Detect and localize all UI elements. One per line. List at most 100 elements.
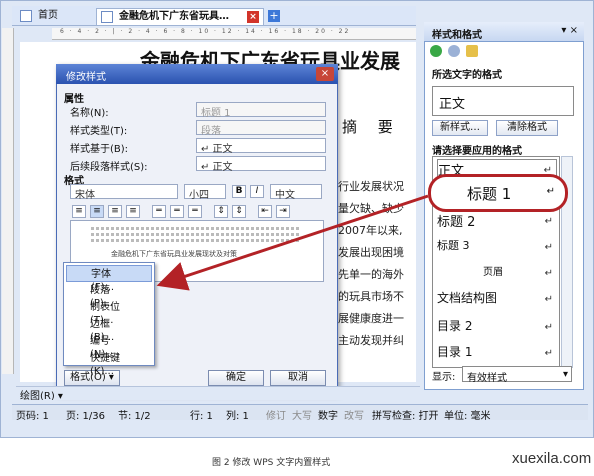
status-bar: 页码: 1 页: 1/36 节: 1/2 行: 1 列: 1 修订 大写 数字 … — [12, 404, 588, 422]
tab-document-label: 金融危机下广东省玩具… — [119, 11, 229, 22]
style-item-label: 标题 3 — [437, 239, 470, 252]
paragraph-mark-icon: ↵ — [544, 322, 553, 333]
style-item-header[interactable]: 页眉 ↵ — [437, 263, 557, 287]
highlight-heading-1[interactable]: 标题 1 ↵ — [428, 174, 568, 212]
task-pane-title: 样式和格式 ▾ × — [424, 22, 584, 42]
style-item-label: 文档结构图 — [437, 291, 498, 305]
menu-item-shortcut[interactable]: 快捷键(K)... — [66, 350, 152, 377]
dialog-title: 修改样式 — [56, 64, 338, 84]
watermark: xuexila.com — [512, 450, 592, 467]
body-line: 量欠缺、缺少 — [338, 202, 404, 215]
menu-item-borders[interactable]: 边框(B)... — [66, 316, 152, 343]
menu-item-numbering[interactable]: 编号(N)... — [66, 333, 152, 360]
status-section: 节: 1/2 — [118, 411, 151, 422]
show-label: 显示: — [432, 372, 456, 383]
next-style-label: 后续段落样式(S): — [70, 162, 148, 173]
close-tab-icon[interactable]: × — [247, 11, 259, 23]
align-left-icon[interactable]: ≡ — [72, 205, 86, 218]
body-line: 2007年以来, — [338, 224, 403, 237]
new-tab-icon[interactable]: + — [268, 10, 280, 22]
based-on-label: 样式基于(B): — [70, 144, 129, 155]
decrease-indent-icon[interactable]: ⇤ — [258, 205, 272, 218]
next-style-select[interactable]: ↵ 正文 — [196, 156, 326, 173]
style-item-label: 标题 2 — [437, 215, 476, 230]
style-item-heading-2[interactable]: 标题 2 ↵ — [437, 211, 557, 235]
based-on-select[interactable]: ↵ 正文 — [196, 138, 326, 155]
menu-item-font[interactable]: 字体(F)... — [66, 265, 152, 293]
dialog-close-button[interactable]: × — [316, 67, 334, 81]
new-style-button[interactable]: 新样式… — [432, 120, 488, 136]
body-line: 行业发展状况 — [338, 180, 404, 193]
preview-line — [91, 233, 301, 236]
preview-text: 金融危机下广东省玩具业发展现状及对策 — [111, 250, 237, 258]
bold-button[interactable]: B — [232, 185, 246, 198]
home-icon — [20, 10, 32, 22]
tab-home-label: 首页 — [38, 10, 58, 21]
status-row: 行: 1 — [190, 411, 213, 422]
language-select[interactable]: 中文 — [270, 184, 322, 201]
space-after-icon[interactable]: ⇕ — [232, 205, 246, 218]
increase-indent-icon[interactable]: ⇥ — [276, 205, 290, 218]
clear-format-button[interactable]: 清除格式 — [496, 120, 558, 136]
format-menu: 字体(F)... 段落(P)... 制表位(T)... 边框(B)... 编号(… — [63, 262, 155, 377]
tab-bar: 首页 金融危机下广东省玩具… × + — [12, 6, 416, 26]
tab-document[interactable]: 金融危机下广东省玩具… × — [96, 8, 264, 25]
properties-heading: 属性 — [64, 94, 84, 105]
drawing-toolbar: 绘图(R) ▾ — [16, 386, 420, 400]
tab-home[interactable]: 首页 — [16, 8, 86, 25]
italic-button[interactable]: I — [250, 185, 264, 198]
style-item-doc-map[interactable]: 文档结构图 ↵ — [437, 289, 557, 313]
preview-line — [91, 227, 301, 230]
status-unit: 单位: 毫米 — [444, 411, 491, 422]
font-select[interactable]: 宋体 — [70, 184, 178, 201]
pane-close-icon[interactable]: ▾ × — [561, 25, 578, 36]
name-input[interactable]: 标题 1 — [196, 102, 326, 119]
forward-icon[interactable] — [448, 45, 461, 57]
line-spacing-1-5-icon[interactable]: ═ — [170, 205, 184, 218]
line-spacing-single-icon[interactable]: ═ — [152, 205, 166, 218]
paragraph-mark-icon: ↵ — [544, 216, 553, 227]
show-select[interactable]: 有效样式 ▾ — [462, 366, 572, 384]
status-page: 页: 1/36 — [66, 411, 106, 422]
style-item-toc-1[interactable]: 目录 1 ↵ — [437, 343, 557, 367]
paragraph-mark-icon: ↵ — [544, 268, 553, 279]
line-spacing-double-icon[interactable]: ═ — [188, 205, 202, 218]
align-right-icon[interactable]: ≡ — [108, 205, 122, 218]
ok-button[interactable]: 确定 — [208, 370, 264, 386]
abstract-heading: 摘 要 — [342, 118, 401, 136]
size-select[interactable]: 小四 — [184, 184, 226, 201]
paragraph-mark-icon: ↵ — [546, 186, 555, 197]
show-select-value: 有效样式 — [467, 373, 507, 384]
body-line: 发展出现困境 — [338, 246, 404, 259]
home-icon[interactable] — [466, 45, 479, 57]
menu-item-tabs[interactable]: 制表位(T)... — [66, 299, 152, 326]
body-line: 的玩具市场不 — [338, 290, 404, 303]
draw-menu-button[interactable]: 绘图(R) ▾ — [20, 391, 63, 400]
figure-caption: 图 2 修改 WPS 文字内置样式 — [212, 458, 331, 468]
style-type-label: 样式类型(T): — [70, 126, 128, 137]
status-caps[interactable]: 大写 — [292, 407, 312, 422]
menu-item-paragraph[interactable]: 段落(P)... — [66, 282, 152, 309]
status-revision[interactable]: 修订 — [266, 407, 286, 422]
style-type-select[interactable]: 段落 — [196, 120, 326, 137]
task-pane-title-text: 样式和格式 — [432, 30, 482, 41]
space-before-icon[interactable]: ⇕ — [214, 205, 228, 218]
style-item-heading-3[interactable]: 标题 3 ↵ — [437, 237, 557, 261]
name-label: 名称(N): — [70, 108, 109, 119]
back-icon[interactable] — [430, 45, 442, 57]
status-overwrite[interactable]: 改写 — [344, 407, 364, 422]
status-spellcheck[interactable]: 拼写检查: 打开 — [372, 407, 439, 422]
style-item-toc-2[interactable]: 目录 2 ↵ — [437, 317, 557, 341]
preview-line — [91, 239, 301, 242]
selected-format-heading: 所选文字的格式 — [432, 70, 502, 81]
style-item-label: 目录 1 — [437, 345, 473, 359]
body-line: 主动发现并纠 — [338, 334, 404, 347]
align-center-icon[interactable]: ≡ — [90, 205, 104, 218]
justify-icon[interactable]: ≡ — [126, 205, 140, 218]
cancel-button[interactable]: 取消 — [270, 370, 326, 386]
style-item-label: 页眉 — [483, 267, 503, 278]
vertical-ruler — [2, 28, 14, 374]
status-num[interactable]: 数字 — [318, 407, 338, 422]
status-page-number: 页码: 1 — [16, 411, 49, 422]
horizontal-ruler: 6 · 4 · 2 · | · 2 · 4 · 6 · 8 · 10 · 12 … — [52, 28, 416, 40]
